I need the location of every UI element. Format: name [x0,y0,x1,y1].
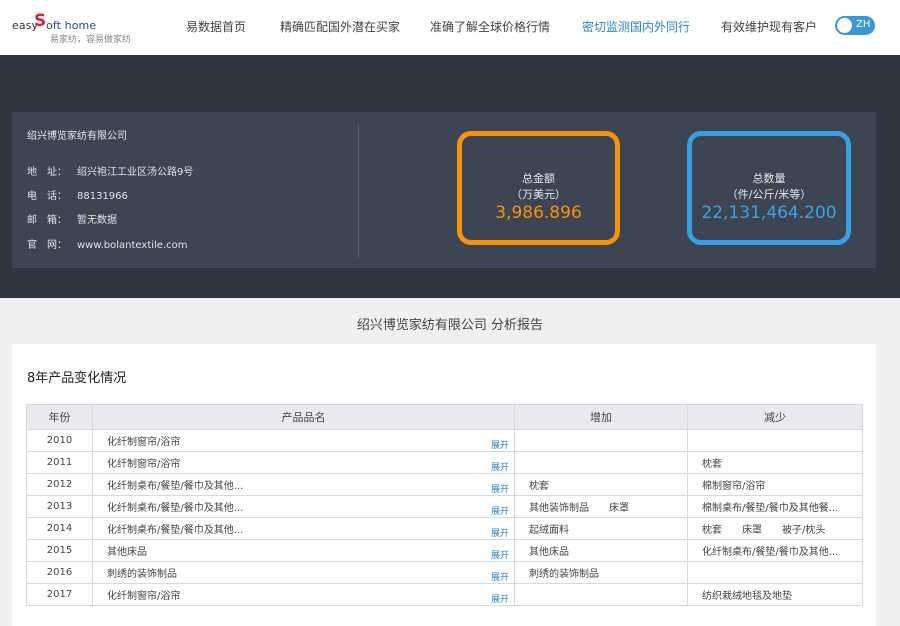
language-toggle[interactable]: ZH [835,16,875,35]
removed-cell: 纺织栽绒地毯及地垫 [687,583,863,606]
table-row: 2017 化纤制窗帘/浴帘 展开 纺织栽绒地毯及地垫 [26,583,863,606]
logo[interactable]: easy S oft home 易家纺，容易做家纺 [12,8,142,46]
toggle-knob [837,18,852,33]
year-cell: 2011 [26,451,93,474]
product-cell: 化纤制窗帘/浴帘 展开 [92,583,515,606]
year-cell: 2014 [26,517,93,540]
table-row: 2010 化纤制窗帘/浴帘 展开 [26,429,863,452]
company-website: 官 网： www.bolantextile.com [27,236,188,251]
year-cell: 2017 [26,583,93,606]
added-cell [514,583,688,606]
removed-cell: 化纤制桌布/餐垫/餐巾及其他... [687,539,863,562]
logo-s: S [34,11,47,31]
expand-link[interactable]: 展开 [491,482,509,495]
company-address: 地 址： 绍兴袍江工业区汤公路9号 [27,163,193,178]
header-remove: 减少 [687,404,863,430]
email-label: 邮 箱： [27,215,67,226]
quantity-title: 总数量 [752,172,786,185]
table-row: 2011 化纤制窗帘/浴帘 展开 枕套 [26,451,863,474]
expand-link[interactable]: 展开 [491,592,509,605]
product-cell: 化纤制窗帘/浴帘 展开 [92,429,515,452]
year-cell: 2013 [26,495,93,518]
removed-cell: 枕套 [687,451,863,474]
product-name: 化纤制桌布/餐垫/餐巾及其他... [107,481,244,492]
expand-link[interactable]: 展开 [491,504,509,517]
product-cell: 刺绣的装饰制品 展开 [92,561,515,584]
table-row: 2016 刺绣的装饰制品 展开 刺绣的装饰制品 [26,561,863,584]
added-cell: 枕套 [514,473,688,496]
amount-unit: （万美元） [511,188,566,201]
company-name: 绍兴博览家纺有限公司 [27,131,127,142]
added-cell: 其他装饰制品 床罩 [514,495,688,518]
quantity-unit: （件/公斤/米等） [726,188,812,201]
year-cell: 2015 [26,539,93,562]
removed-cell: 棉制窗帘/浴帘 [687,473,863,496]
expand-link[interactable]: 展开 [491,438,509,451]
product-cell: 化纤制桌布/餐垫/餐巾及其他... 展开 [92,473,515,496]
expand-link[interactable]: 展开 [491,548,509,561]
table-row: 2014 化纤制桌布/餐垫/餐巾及其他... 展开 起绒面料 枕套 床罩 被子/枕头 [26,517,863,540]
amount-value: 3,986.896 [495,203,582,223]
nav-home[interactable]: 易数据首页 [186,18,246,35]
expand-link[interactable]: 展开 [491,526,509,539]
removed-cell [687,561,863,584]
product-cell: 化纤制窗帘/浴帘 展开 [92,451,515,474]
year-cell: 2016 [26,561,93,584]
header-add: 增加 [514,404,688,430]
expand-link[interactable]: 展开 [491,570,509,583]
product-name: 化纤制窗帘/浴帘 [107,437,181,448]
product-change-table: 年份 产品品名 增加 减少 2010 化纤制窗帘/浴帘 展开 2011 化纤制窗帘/浴帘… [26,404,863,606]
product-name: 其他床品 [107,547,147,558]
added-cell [514,451,688,474]
report-title: 绍兴博览家纺有限公司 分析报告 [356,318,544,333]
email-value: 暂无数据 [77,215,117,226]
table-row: 2015 其他床品 展开 其他床品 化纤制桌布/餐垫/餐巾及其他... [26,539,863,562]
product-name: 化纤制窗帘/浴帘 [107,591,181,602]
logo-slogan: 易家纺，容易做家纺 [50,35,132,45]
address-label: 地 址： [27,167,67,178]
product-cell: 化纤制桌布/餐垫/餐巾及其他... 展开 [92,495,515,518]
nav-customers[interactable]: 有效维护现有客户 [721,18,817,35]
expand-link[interactable]: 展开 [491,460,509,473]
header-year: 年份 [26,404,93,430]
product-name: 化纤制桌布/餐垫/餐巾及其他... [107,525,244,536]
table-row: 2012 化纤制桌布/餐垫/餐巾及其他... 展开 枕套 棉制窗帘/浴帘 [26,473,863,496]
header-product: 产品品名 [92,404,515,430]
section-title: 8年产品变化情况 [27,371,127,386]
removed-cell: 枕套 床罩 被子/枕头 [687,517,863,540]
address-value: 绍兴袍江工业区汤公路9号 [77,167,194,178]
product-name: 化纤制桌布/餐垫/餐巾及其他... [107,503,244,514]
company-email: 邮 箱： 暂无数据 [27,211,117,226]
year-cell: 2012 [26,473,93,496]
product-cell: 其他床品 展开 [92,539,515,562]
website-label: 官 网： [27,240,67,251]
logo-rest: oft home [46,19,97,32]
amount-title: 总金额 [522,172,555,185]
nav-prices[interactable]: 准确了解全球价格行情 [430,18,550,35]
added-cell: 起绒面料 [514,517,688,540]
removed-cell [687,429,863,452]
removed-cell: 棉制桌布/餐垫/餐巾及其他餐... [687,495,863,518]
nav-buyers[interactable]: 精确匹配国外潜在买家 [280,18,400,35]
phone-label: 电 话： [27,191,67,202]
total-amount-card: 总金额 （万美元） 3,986.896 [457,131,620,245]
phone-value: 88131966 [77,191,128,202]
company-phone: 电 话： 88131966 [27,187,128,202]
added-cell: 刺绣的装饰制品 [514,561,688,584]
added-cell [514,429,688,452]
product-name: 刺绣的装饰制品 [107,569,177,580]
product-cell: 化纤制桌布/餐垫/餐巾及其他... 展开 [92,517,515,540]
panel-divider [358,124,359,258]
nav-competitors[interactable]: 密切监测国内外同行 [582,18,690,35]
website-value[interactable]: www.bolantextile.com [77,240,188,251]
added-cell: 其他床品 [514,539,688,562]
year-cell: 2010 [26,429,93,452]
table-row: 2013 化纤制桌布/餐垫/餐巾及其他... 展开 其他装饰制品 床罩 棉制桌布/餐垫/… [26,495,863,518]
total-quantity-card: 总数量 （件/公斤/米等） 22,131,464.200 [687,131,851,245]
quantity-value: 22,131,464.200 [701,203,837,223]
language-label: ZH [856,19,871,30]
product-name: 化纤制窗帘/浴帘 [107,459,181,470]
table-header-row: 年份 产品品名 增加 减少 [26,404,863,430]
